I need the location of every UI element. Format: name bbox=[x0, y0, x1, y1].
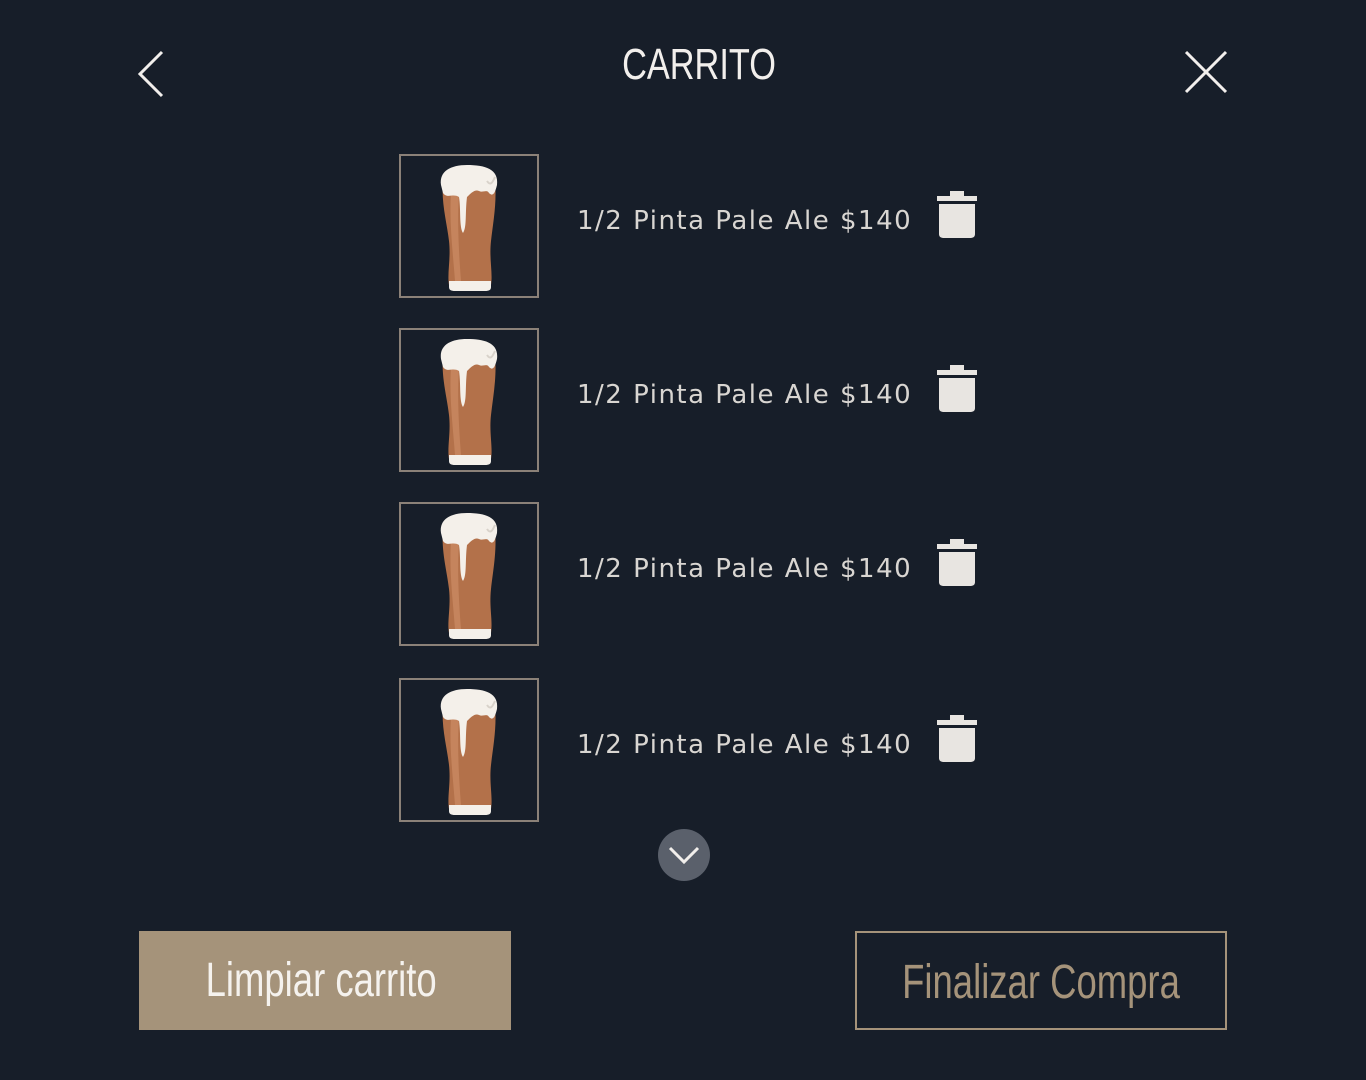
clear-cart-label: Limpiar carrito bbox=[205, 954, 437, 1007]
trash-icon bbox=[937, 191, 977, 238]
remove-item-button[interactable] bbox=[935, 364, 979, 414]
product-thumbnail bbox=[399, 328, 539, 472]
beer-glass-icon bbox=[440, 165, 498, 291]
item-label: 1/2 Pinta Pale Ale $140 bbox=[577, 730, 913, 760]
product-thumbnail bbox=[399, 154, 539, 298]
trash-icon bbox=[937, 715, 977, 762]
trash-icon bbox=[937, 539, 977, 586]
product-thumbnail bbox=[399, 502, 539, 646]
scroll-down-button[interactable] bbox=[658, 829, 710, 881]
product-thumbnail bbox=[399, 678, 539, 822]
cart-item: 1/2 Pinta Pale Ale $140 bbox=[399, 678, 999, 822]
remove-item-button[interactable] bbox=[935, 714, 979, 764]
item-label: 1/2 Pinta Pale Ale $140 bbox=[577, 554, 913, 584]
close-icon bbox=[1184, 50, 1228, 94]
checkout-button[interactable]: Finalizar Compra bbox=[855, 931, 1227, 1030]
close-button[interactable] bbox=[1180, 46, 1232, 98]
cart-list: 1/2 Pinta Pale Ale $140 1/2 Pinta Pale A… bbox=[399, 154, 999, 852]
clear-cart-button[interactable]: Limpiar carrito bbox=[139, 931, 511, 1030]
chevron-down-icon bbox=[668, 846, 700, 865]
item-label: 1/2 Pinta Pale Ale $140 bbox=[577, 380, 913, 410]
item-label: 1/2 Pinta Pale Ale $140 bbox=[577, 206, 913, 236]
cart-item: 1/2 Pinta Pale Ale $140 bbox=[399, 502, 999, 646]
remove-item-button[interactable] bbox=[935, 190, 979, 240]
beer-glass-icon bbox=[440, 339, 498, 465]
beer-glass-icon bbox=[440, 689, 498, 815]
page-title: CARRITO bbox=[622, 40, 776, 89]
cart-item: 1/2 Pinta Pale Ale $140 bbox=[399, 154, 999, 298]
beer-glass-icon bbox=[440, 513, 498, 639]
cart-item: 1/2 Pinta Pale Ale $140 bbox=[399, 328, 999, 472]
checkout-label: Finalizar Compra bbox=[902, 956, 1180, 1009]
trash-icon bbox=[937, 365, 977, 412]
remove-item-button[interactable] bbox=[935, 538, 979, 588]
